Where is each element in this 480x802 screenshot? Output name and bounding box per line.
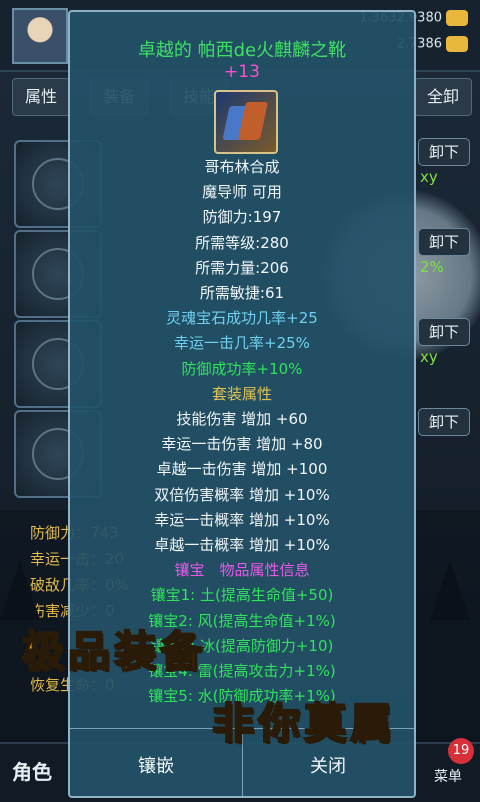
- item-name: 卓越的 帕西de火麒麟之靴: [137, 40, 347, 61]
- item-attribute-line: 幸运一击几率+25%: [174, 334, 310, 353]
- item-attribute-line: 所需等级:280: [195, 233, 289, 252]
- item-attribute-line: 哥布林合成: [204, 158, 280, 176]
- item-attribute-line: 幸运一击伤害 增加 +80: [161, 435, 323, 454]
- tree-silhouette: [0, 560, 40, 620]
- unequip-button-1[interactable]: 卸下: [418, 138, 470, 166]
- item-attribute-line: 所需敏捷:61: [199, 284, 285, 302]
- unequip-button-3[interactable]: 卸下: [418, 318, 470, 346]
- side-text-1: xy: [420, 168, 438, 186]
- item-enhance-level: +13: [224, 62, 260, 82]
- item-attribute-line: 幸运一击概率 增加 +10%: [154, 510, 330, 529]
- item-attribute-line: 卓越一击概率 增加 +10%: [154, 536, 330, 554]
- nav-role-button[interactable]: 角色: [12, 756, 52, 785]
- item-attribute-line: 镶宝 物品属性信息: [174, 561, 310, 580]
- item-attribute-line: 卓越一击伤害 增加 +100: [156, 460, 328, 479]
- item-attribute-line: 双倍伤害概率 增加 +10%: [154, 485, 330, 504]
- tree-silhouette: [430, 560, 470, 620]
- promo-line-1: 极品装备: [21, 626, 207, 677]
- close-button[interactable]: 关闭: [242, 752, 414, 778]
- unequip-button-2[interactable]: 卸下: [418, 228, 470, 256]
- nav-menu-button[interactable]: 菜单: [434, 766, 462, 786]
- diamond-coin-icon: [446, 36, 468, 52]
- inlay-button[interactable]: 镶嵌: [70, 752, 242, 778]
- nav-menu-label: 菜单: [434, 769, 462, 785]
- tab-attributes[interactable]: 属性: [12, 78, 71, 116]
- item-attribute-line: 套装属性: [211, 384, 272, 403]
- unequip-all-button[interactable]: 全卸: [414, 78, 473, 116]
- item-attribute-line: 镶宝1: 土(提高生命值+50): [150, 586, 334, 605]
- item-attribute-line: 魔导师 可用: [202, 183, 282, 202]
- boots-icon: [214, 90, 278, 154]
- notification-badge: 19: [448, 738, 474, 764]
- player-avatar[interactable]: [12, 8, 68, 64]
- item-attribute-line: 所需力量:206: [195, 258, 289, 277]
- item-attribute-line: 防御力:197: [202, 208, 282, 227]
- gold-coin-icon: [446, 10, 468, 26]
- promo-line-2: 非你莫属: [211, 698, 397, 749]
- unequip-button-4[interactable]: 卸下: [418, 408, 470, 436]
- side-text-2: 2%: [420, 258, 444, 276]
- item-attribute-line: 灵魂宝石成功几率+25: [166, 309, 318, 328]
- item-attribute-line: 防御成功率+10%: [181, 359, 303, 378]
- side-text-3: xy: [420, 348, 438, 366]
- item-attribute-line: 技能伤害 增加 +60: [176, 410, 308, 428]
- item-detail-modal: 卓越的 帕西de火麒麟之靴 +13 哥布林合成魔导师 可用 防御力:197 所需等级…: [68, 10, 416, 798]
